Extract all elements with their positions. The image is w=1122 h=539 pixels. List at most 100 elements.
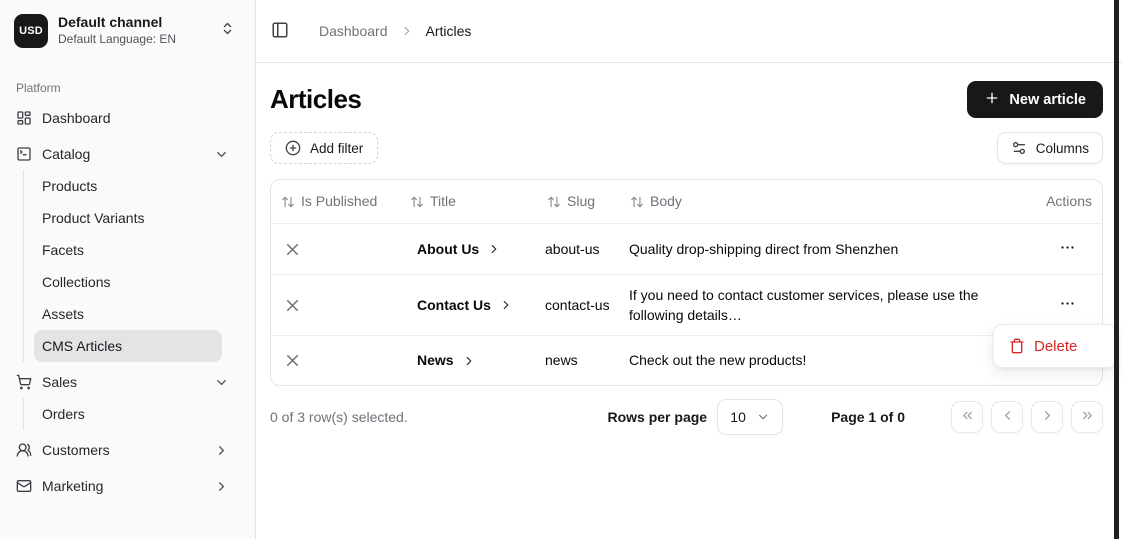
- chevron-down-icon: [214, 375, 229, 390]
- sidebar-item-label: Dashboard: [42, 110, 111, 126]
- chevron-right-icon: [400, 24, 414, 38]
- column-header-label: Slug: [567, 192, 595, 211]
- plus-icon: [984, 90, 1000, 110]
- main-area: Dashboard Articles Articles New article: [256, 0, 1122, 539]
- sidebar-item-assets[interactable]: Assets: [34, 298, 222, 330]
- page-info: Page 1 of 0: [831, 409, 905, 425]
- column-header-body[interactable]: Body: [620, 180, 1000, 223]
- catalog-sub-list: Products Product Variants Facets Collect…: [23, 170, 247, 362]
- table-row[interactable]: Contact Us contact-us If you need to con…: [271, 274, 1102, 335]
- sales-sub-list: Orders: [23, 398, 247, 430]
- first-page-button[interactable]: [951, 401, 983, 433]
- table-header-row: Is Published Title Slug: [271, 180, 1102, 223]
- x-icon: [283, 240, 302, 259]
- page-content: Articles New article Add filter: [256, 63, 1122, 435]
- column-header-title[interactable]: Title: [400, 180, 537, 223]
- article-title-link[interactable]: About Us: [400, 224, 537, 274]
- panel-left-icon: [271, 21, 289, 42]
- next-page-button[interactable]: [1031, 401, 1063, 433]
- sidebar-item-label: Marketing: [42, 478, 103, 494]
- sidebar-item-catalog[interactable]: Catalog: [8, 138, 247, 170]
- sidebar: USD Default channel Default Language: EN…: [0, 0, 256, 539]
- columns-button[interactable]: Columns: [997, 132, 1103, 164]
- chevron-right-icon: [462, 354, 476, 368]
- article-body: Check out the new products!: [620, 336, 1000, 385]
- last-page-button[interactable]: [1071, 401, 1103, 433]
- sub-item-label: CMS Articles: [42, 338, 122, 354]
- breadcrumb-dashboard[interactable]: Dashboard: [319, 23, 388, 39]
- articles-table: Is Published Title Slug: [270, 179, 1103, 386]
- chevron-right-icon: [214, 443, 229, 458]
- row-actions-button[interactable]: [1055, 235, 1080, 263]
- column-header-is-published[interactable]: Is Published: [271, 180, 400, 223]
- sidebar-item-collections[interactable]: Collections: [34, 266, 222, 298]
- sidebar-item-cms-articles[interactable]: CMS Articles: [34, 330, 222, 362]
- arrow-up-down-icon: [630, 195, 644, 209]
- sub-item-label: Facets: [42, 242, 84, 258]
- chevron-right-icon: [1040, 408, 1055, 426]
- column-header-label: Title: [430, 192, 456, 211]
- chevron-right-icon: [499, 298, 513, 312]
- article-slug: news: [537, 336, 620, 385]
- article-slug: about-us: [537, 224, 620, 274]
- users-icon: [16, 442, 32, 458]
- chevron-right-icon: [214, 479, 229, 494]
- article-title: News: [417, 350, 454, 370]
- sliders-icon: [1011, 140, 1027, 156]
- column-header-label: Is Published: [301, 192, 377, 211]
- breadcrumb: Dashboard Articles: [319, 23, 471, 39]
- pagination: [951, 401, 1103, 433]
- column-header-label: Body: [650, 192, 682, 211]
- is-published-cell: [271, 275, 400, 335]
- app-window: USD Default channel Default Language: EN…: [0, 0, 1122, 539]
- chevron-right-icon: [487, 242, 501, 256]
- delete-menu-item[interactable]: Delete: [1009, 338, 1077, 355]
- selection-status: 0 of 3 row(s) selected.: [270, 409, 408, 425]
- channel-language: Default Language: EN: [58, 32, 210, 48]
- rows-per-page-select[interactable]: 10: [717, 399, 783, 435]
- chevron-left-icon: [1000, 408, 1015, 426]
- table-row[interactable]: News news Check out the new products!: [271, 335, 1102, 385]
- column-header-label: Actions: [1046, 192, 1092, 211]
- sidebar-item-dashboard[interactable]: Dashboard: [8, 102, 247, 134]
- sub-item-label: Orders: [42, 406, 85, 422]
- is-published-cell: [271, 224, 400, 274]
- add-filter-button[interactable]: Add filter: [270, 132, 378, 164]
- sidebar-toggle-button[interactable]: [271, 21, 289, 42]
- mail-icon: [16, 478, 32, 494]
- rows-per-page-value: 10: [730, 409, 746, 425]
- sidebar-item-products[interactable]: Products: [34, 170, 222, 202]
- article-title-link[interactable]: Contact Us: [400, 275, 537, 335]
- channel-meta: Default channel Default Language: EN: [58, 14, 210, 47]
- add-filter-label: Add filter: [310, 141, 363, 156]
- new-article-button[interactable]: New article: [967, 81, 1103, 118]
- chevrons-up-down-icon: [220, 21, 235, 41]
- square-terminal-icon: [16, 146, 32, 162]
- article-title-link[interactable]: News: [400, 336, 537, 385]
- row-actions-button[interactable]: [1055, 291, 1080, 319]
- breadcrumb-articles: Articles: [426, 23, 472, 39]
- vertical-scrollbar[interactable]: [1114, 0, 1119, 539]
- sidebar-item-orders[interactable]: Orders: [34, 398, 222, 430]
- article-slug: contact-us: [537, 275, 620, 335]
- sidebar-item-product-variants[interactable]: Product Variants: [34, 202, 222, 234]
- sidebar-item-customers[interactable]: Customers: [8, 434, 247, 466]
- sidebar-item-sales[interactable]: Sales: [8, 366, 247, 398]
- sidebar-item-marketing[interactable]: Marketing: [8, 470, 247, 502]
- page-title: Articles: [270, 84, 361, 115]
- circle-plus-icon: [285, 140, 301, 156]
- table-row[interactable]: About Us about-us Quality drop-shipping …: [271, 223, 1102, 274]
- channel-switcher[interactable]: USD Default channel Default Language: EN: [8, 12, 247, 50]
- previous-page-button[interactable]: [991, 401, 1023, 433]
- ellipsis-icon: [1059, 295, 1076, 315]
- sidebar-item-label: Sales: [42, 374, 77, 390]
- sub-item-label: Assets: [42, 306, 84, 322]
- chevron-down-icon: [756, 410, 770, 424]
- rows-per-page-label: Rows per page: [607, 409, 707, 425]
- chevrons-right-icon: [1080, 408, 1095, 426]
- sidebar-nav: Dashboard Catalog Products Product Varia…: [8, 102, 247, 502]
- column-header-slug[interactable]: Slug: [537, 180, 620, 223]
- sidebar-item-facets[interactable]: Facets: [34, 234, 222, 266]
- shopping-cart-icon: [16, 374, 32, 390]
- arrow-up-down-icon: [547, 195, 561, 209]
